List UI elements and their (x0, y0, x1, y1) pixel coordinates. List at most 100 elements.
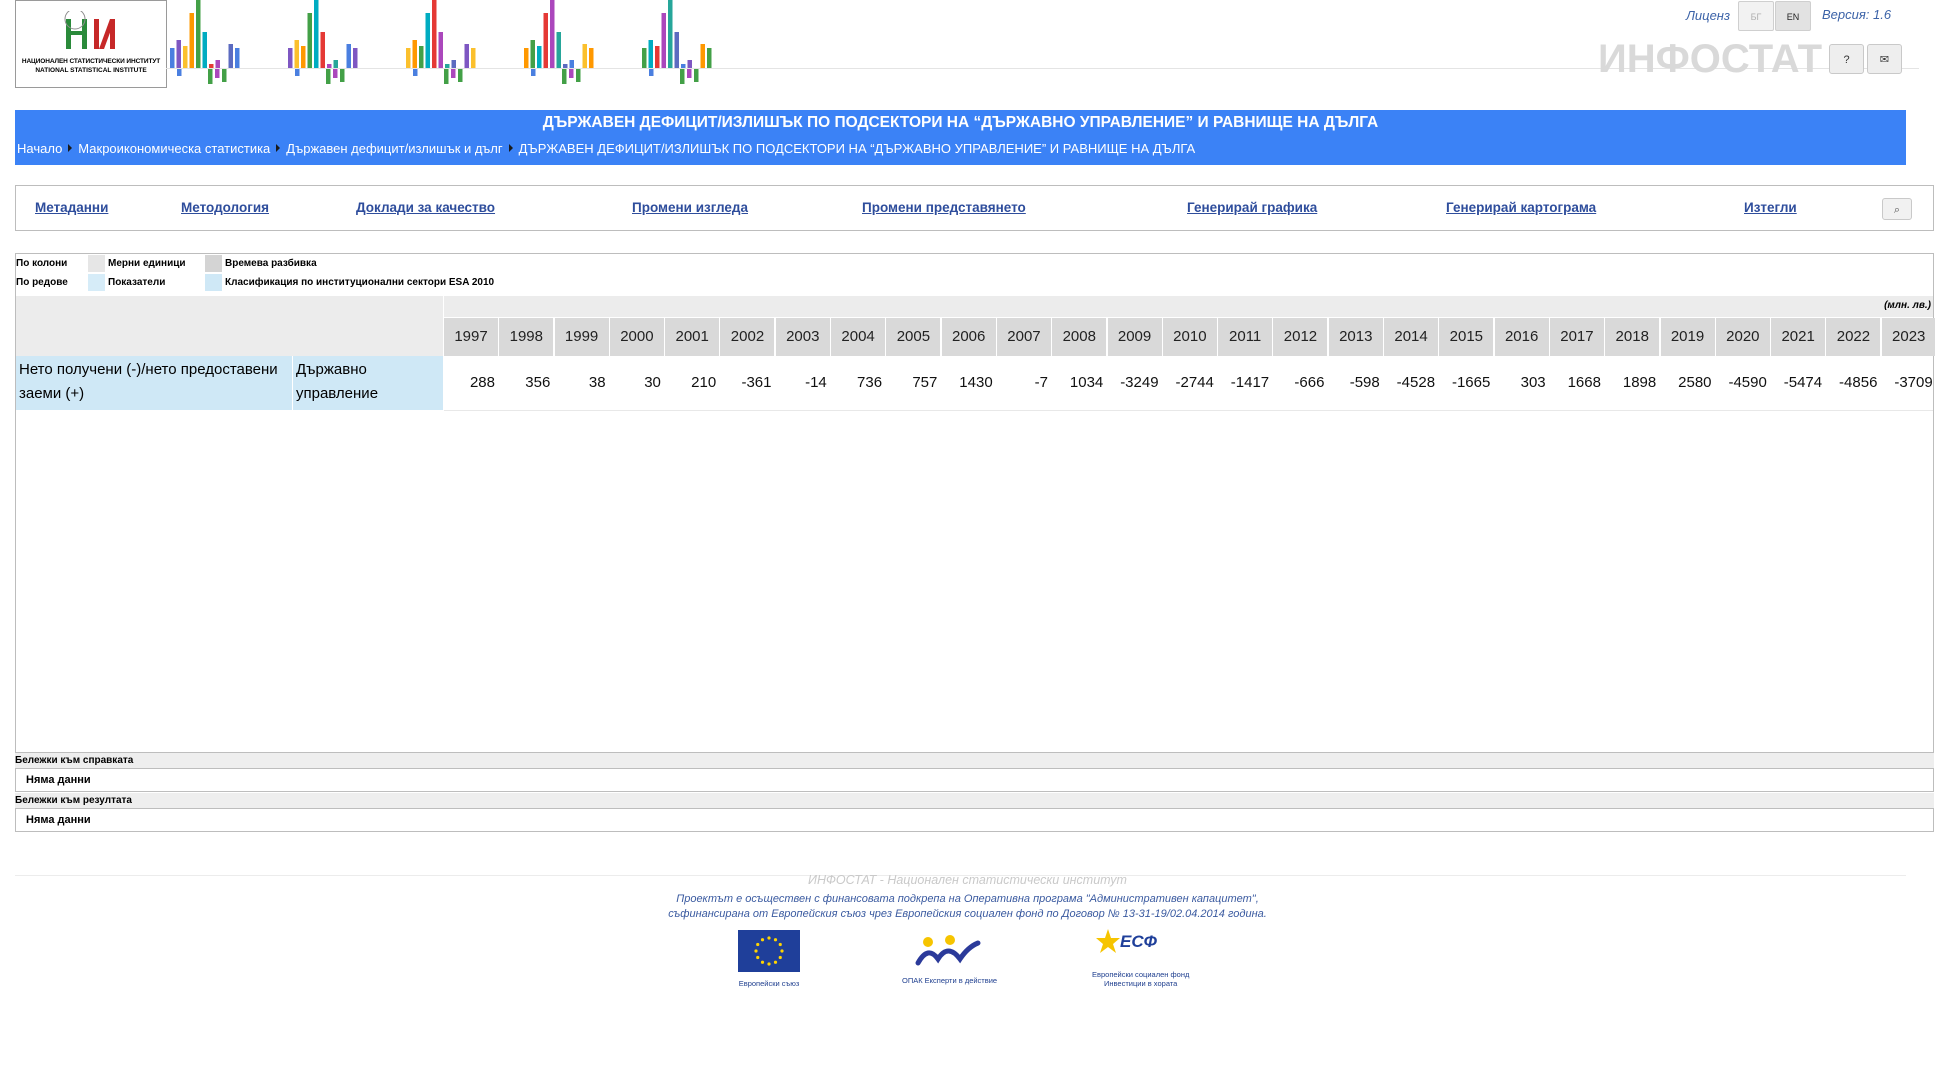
breadcrumb-separator-icon (68, 144, 73, 152)
year-header-cell: 2009 (1107, 318, 1162, 356)
year-header-cell: 1998 (499, 318, 554, 356)
breadcrumb-current: ДЪРЖАВЕН ДЕФИЦИТ/ИЗЛИШЪК ПО ПОДСЕКТОРИ Н… (518, 141, 1196, 156)
result-notes-box: Няма данни (15, 808, 1934, 832)
page-title: ДЪРЖАВЕН ДЕФИЦИТ/ИЗЛИШЪК ПО ПОДСЕКТОРИ Н… (542, 114, 1379, 131)
esf-logo[interactable]: ЕСФ Европейски социален фонд Инвестиции … (1092, 927, 1189, 988)
year-header-cell: 2016 (1494, 318, 1549, 356)
table-cell: 757 (912, 374, 938, 391)
table-cell: 1898 (1622, 374, 1657, 391)
lang-bg-button[interactable]: БГ (1738, 1, 1774, 31)
year-header-cell: 1999 (554, 318, 609, 356)
logo-text-bg: НАЦИОНАЛЕН СТАТИСТИЧЕСКИ ИНСТИТУТ (21, 58, 161, 65)
change-presentation-link[interactable]: Промени представянето (862, 200, 1026, 215)
year-header-cell: 2020 (1715, 318, 1770, 356)
column-dim1-swatch (88, 255, 105, 272)
year-header-cell: 2001 (665, 318, 720, 356)
search-button[interactable]: ⌕ (1882, 198, 1912, 220)
help-icon: ? (1843, 54, 1850, 66)
table-cell: -1417 (1230, 374, 1270, 391)
search-icon: ⌕ (1893, 204, 1901, 216)
table-row: 288 356 38 30 210 -361 -14 736 757 1430 -7 1034 -324… (444, 356, 1935, 410)
table-cell: 210 (691, 374, 717, 391)
year-header-cell: 2017 (1549, 318, 1604, 356)
help-button[interactable]: ? (1829, 44, 1864, 74)
year-header-cell: 2014 (1384, 318, 1439, 356)
row-header-sector: Държавно управление (293, 356, 443, 410)
opak-logo[interactable]: ОПАК Експерти в действие (902, 933, 997, 985)
year-header-cell: 2012 (1273, 318, 1328, 356)
year-header-cell: 2018 (1605, 318, 1660, 356)
mail-button[interactable]: ✉ (1867, 44, 1902, 74)
row-dim2-swatch (205, 274, 222, 291)
breadcrumb-deficit[interactable]: Държавен дефицит/излишък и дълг (286, 141, 502, 156)
year-header-cell: 2000 (609, 318, 664, 356)
row-header-indicator: Нето получени (-)/нето предоставени заем… (16, 356, 292, 410)
table-cell: 288 (469, 374, 495, 391)
table-cell: 1430 (959, 374, 993, 391)
table-cell: 1668 (1567, 374, 1601, 391)
eu-flag-icon (738, 930, 800, 972)
mail-icon: ✉ (1879, 54, 1890, 66)
license-link[interactable]: Лиценз (1686, 8, 1730, 23)
year-header-cell: 2004 (831, 318, 886, 356)
column-dim-time: Времева разбивка (225, 258, 317, 269)
year-header-cell: 2002 (720, 318, 775, 356)
table-cell: 38 (588, 374, 606, 391)
nsi-logo[interactable]: НАЦИОНАЛЕН СТАТИСТИЧЕСКИ ИНСТИТУТ NATION… (15, 0, 167, 88)
header-decorative-bars (170, 0, 712, 84)
esf-caption-1: Европейски социален фонд (1092, 970, 1190, 979)
row-dim-sectors: Класификация по институционални сектори … (225, 277, 495, 288)
eu-logo[interactable]: Европейски съюз (738, 930, 800, 988)
year-header-cell: 1997 (444, 318, 498, 356)
lang-en-button[interactable]: EN (1775, 1, 1811, 31)
table-cell: -4528 (1396, 374, 1436, 391)
by-rows-label: По редове (16, 277, 68, 288)
footer-project-line1: Проектът е осъществен с финансовата подк… (676, 893, 1259, 905)
download-link[interactable]: Изтегли (1744, 200, 1797, 215)
table-cell: -598 (1349, 374, 1380, 391)
esf-caption-2: Инвестиции в хората (1104, 979, 1178, 988)
breadcrumb: Начало Макроикономическа статистика Държав… (17, 141, 1201, 156)
brand-title: ИНФОСТАТ (1598, 37, 1823, 81)
year-header-cell: 2021 (1771, 318, 1826, 356)
quality-reports-link[interactable]: Доклади за качество (356, 200, 495, 215)
year-header-cell: 2011 (1218, 318, 1273, 356)
year-header-cell: 2022 (1826, 318, 1881, 356)
generate-chart-link[interactable]: Генерирай графика (1187, 200, 1317, 215)
table-cell: 1034 (1069, 374, 1104, 391)
table-cell: -14 (805, 374, 827, 391)
report-notes-box: Няма данни (15, 768, 1934, 792)
result-notes-label: Бележки към резултата (15, 793, 1934, 808)
action-toolbar: Метаданни Методология Доклади за качеств… (15, 185, 1934, 231)
unit-label: (млн. лв.) (1884, 300, 1931, 311)
breadcrumb-macro[interactable]: Макроикономическа статистика (78, 141, 270, 156)
year-header-cell: 2005 (886, 318, 941, 356)
table-cell: -361 (741, 374, 772, 391)
table-cell: -3249 (1120, 374, 1159, 391)
breadcrumb-separator-icon (508, 144, 513, 152)
breadcrumb-separator-icon (276, 144, 281, 152)
methodology-link[interactable]: Методология (181, 200, 269, 215)
table-cell: 356 (525, 374, 551, 391)
table-cell: -2744 (1175, 374, 1214, 391)
table-cell: -666 (1294, 374, 1325, 391)
page-banner: ДЪРЖАВЕН ДЕФИЦИТ/ИЗЛИШЪК ПО ПОДСЕКТОРИ Н… (15, 110, 1906, 165)
row-dim-indicators: Показатели (108, 277, 166, 288)
table-cell: -3709 (1894, 374, 1933, 391)
table-cell: -7 (1034, 374, 1048, 391)
breadcrumb-home[interactable]: Начало (17, 141, 62, 156)
table-cell: -1665 (1451, 374, 1491, 391)
unit-header-row (444, 296, 1933, 317)
opak-caption: ОПАК Експерти в действие (902, 976, 998, 985)
esf-icon: ЕСФ (1096, 929, 1158, 953)
nsi-logo-icon (64, 11, 115, 49)
generate-map-link[interactable]: Генерирай картограма (1446, 200, 1596, 215)
by-columns-label: По колони (16, 258, 68, 269)
version-label: Версия: 1.6 (1822, 7, 1892, 22)
table-corner (16, 296, 443, 356)
change-view-link[interactable]: Промени изгледа (632, 200, 748, 215)
year-header-cell: 2010 (1162, 318, 1217, 356)
metadata-link[interactable]: Метаданни (35, 200, 108, 215)
table-cell: 30 (644, 374, 661, 391)
column-dim2-swatch (205, 255, 222, 272)
